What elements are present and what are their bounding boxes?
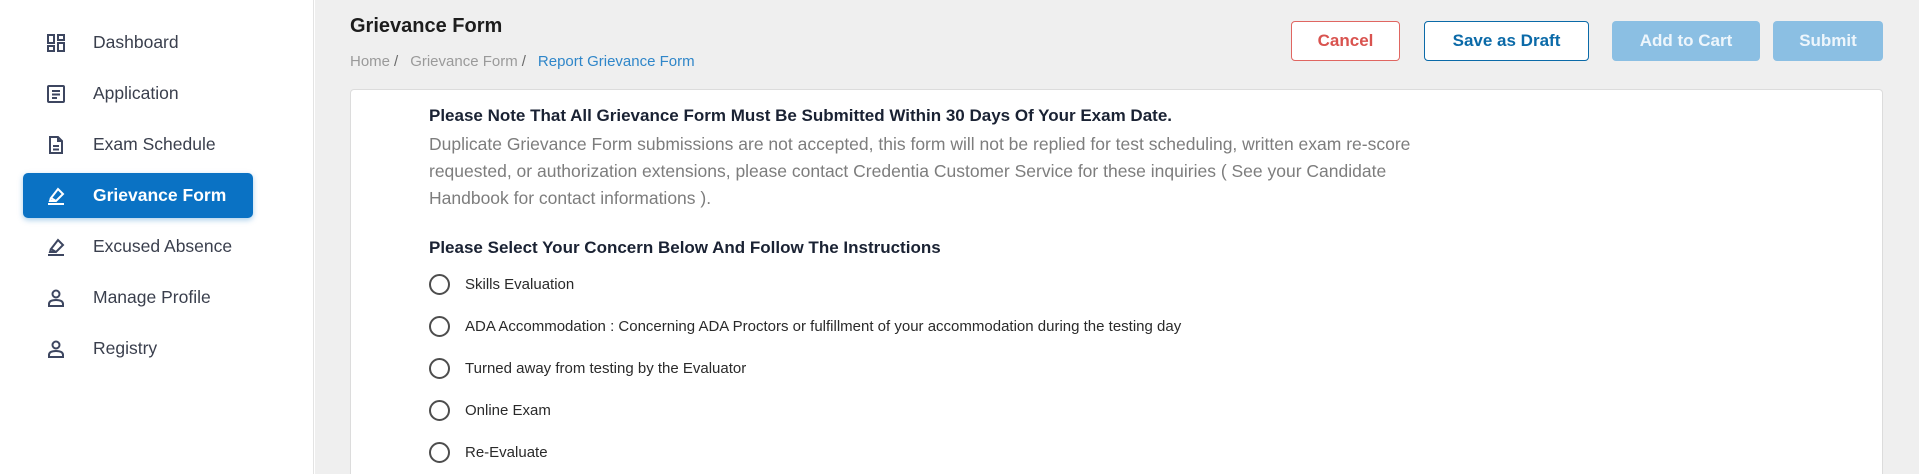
- concern-option-turned-away[interactable]: Turned away from testing by the Evaluato…: [429, 355, 746, 381]
- sidebar-item-application[interactable]: Application: [23, 71, 253, 116]
- add-to-cart-button[interactable]: Add to Cart: [1612, 21, 1760, 61]
- submit-button[interactable]: Submit: [1773, 21, 1883, 61]
- breadcrumb-separator: /: [521, 53, 526, 70]
- option-label: Turned away from testing by the Evaluato…: [465, 359, 747, 377]
- sidebar-item-registry[interactable]: Registry: [23, 326, 253, 371]
- concern-option-ada-accommodation[interactable]: ADA Accommodation : Concerning ADA Proct…: [429, 313, 1181, 339]
- user-icon: [43, 336, 69, 362]
- cancel-button[interactable]: Cancel: [1291, 21, 1400, 61]
- save-draft-button[interactable]: Save as Draft: [1424, 21, 1589, 61]
- eraser-icon: [43, 183, 69, 209]
- page-title: Grievance Form: [350, 15, 503, 37]
- document-icon: [43, 132, 69, 158]
- sidebar-item-label: Manage Profile: [93, 287, 211, 307]
- concern-heading: Please Select Your Concern Below And Fol…: [429, 238, 941, 257]
- breadcrumb-grievance-form[interactable]: Grievance Form: [410, 53, 518, 70]
- dashboard-icon: [43, 30, 69, 56]
- radio-button[interactable]: [429, 441, 450, 463]
- user-icon: [43, 285, 69, 311]
- grievance-form-card: Please Note That All Grievance Form Must…: [350, 89, 1883, 474]
- sidebar-item-excused-absence[interactable]: Excused Absence: [23, 224, 253, 269]
- option-label: ADA Accommodation : Concerning ADA Proct…: [465, 317, 1182, 335]
- sidebar-item-grievance-form[interactable]: Grievance Form: [23, 173, 253, 218]
- sidebar-item-label: Application: [93, 83, 179, 103]
- concern-option-skills-evaluation[interactable]: Skills Evaluation: [429, 271, 574, 297]
- option-label: Re-Evaluate: [465, 443, 548, 461]
- note-body: Duplicate Grievance Form submissions are…: [429, 134, 1411, 208]
- eraser-icon: [43, 234, 69, 260]
- breadcrumb: Home / Grievance Form / Report Grievance…: [350, 53, 695, 70]
- sidebar-item-manage-profile[interactable]: Manage Profile: [23, 275, 253, 320]
- radio-button[interactable]: [429, 399, 450, 421]
- application-icon: [43, 81, 69, 107]
- option-label: Skills Evaluation: [465, 275, 575, 293]
- breadcrumb-separator: /: [394, 53, 399, 70]
- sidebar-item-label: Excused Absence: [93, 236, 233, 256]
- sidebar-item-exam-schedule[interactable]: Exam Schedule: [23, 122, 253, 167]
- radio-button[interactable]: [429, 273, 450, 295]
- sidebar-item-label: Grievance Form: [93, 185, 227, 205]
- main-content: Grievance Form Home / Grievance Form / R…: [315, 0, 1919, 474]
- sidebar-item-label: Exam Schedule: [93, 134, 216, 154]
- sidebar-item-label: Registry: [93, 338, 158, 358]
- radio-button[interactable]: [429, 315, 450, 337]
- radio-button[interactable]: [429, 357, 450, 379]
- sidebar-item-dashboard[interactable]: Dashboard: [23, 20, 253, 65]
- sidebar-item-label: Dashboard: [93, 32, 179, 52]
- breadcrumb-current: Report Grievance Form: [537, 53, 695, 70]
- concern-option-online-exam[interactable]: Online Exam: [429, 397, 551, 423]
- breadcrumb-home[interactable]: Home: [350, 53, 390, 70]
- note-heading: Please Note That All Grievance Form Must…: [429, 106, 1172, 125]
- option-label: Online Exam: [465, 401, 551, 419]
- sidebar: Dashboard Application Exam Schedule Grie…: [0, 0, 314, 474]
- concern-option-re-evaluate[interactable]: Re-Evaluate: [429, 439, 548, 465]
